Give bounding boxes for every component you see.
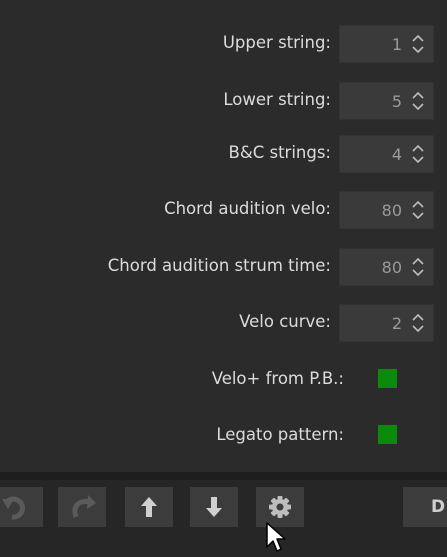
move-down-button[interactable]	[190, 487, 238, 527]
spinbox-value[interactable]: 5	[392, 83, 402, 121]
spinbox-value[interactable]: 80	[382, 192, 402, 230]
arrow-down-icon	[206, 497, 222, 517]
setting-row-legato-pattern: Legato pattern:	[0, 415, 447, 455]
spinbox-value[interactable]: 1	[392, 26, 402, 64]
setting-label: Upper string:	[222, 33, 331, 52]
settings-panel: Upper string: 1 Lower string: 5 B&C stri…	[0, 0, 447, 472]
setting-label: Lower string:	[223, 90, 331, 109]
spin-arrows-icon[interactable]	[411, 90, 425, 112]
spinbox-value[interactable]: 80	[382, 249, 402, 287]
setting-row-chord-audition-velo: Chord audition velo: 80	[0, 189, 447, 229]
velo-plus-from-pb-checkbox[interactable]	[378, 369, 397, 388]
setting-label: B&C strings:	[228, 143, 331, 162]
setting-label: Velo+ from P.B.:	[211, 369, 344, 388]
legato-pattern-checkbox[interactable]	[378, 425, 397, 444]
setting-label: Chord audition velo:	[164, 199, 331, 218]
velo-curve-spinbox[interactable]: 2	[339, 304, 434, 342]
upper-string-spinbox[interactable]: 1	[339, 25, 434, 63]
setting-row-velo-curve: Velo curve: 2	[0, 302, 447, 342]
divider	[0, 472, 447, 480]
redo-button[interactable]	[58, 487, 106, 527]
spinbox-value[interactable]: 4	[392, 136, 402, 174]
spin-arrows-icon[interactable]	[411, 312, 425, 334]
undo-button[interactable]	[0, 487, 43, 527]
move-up-button[interactable]	[125, 487, 173, 527]
spinbox-value[interactable]: 2	[392, 305, 402, 343]
setting-row-bc-strings: B&C strings: 4	[0, 133, 447, 173]
setting-label: Velo curve:	[239, 312, 331, 331]
chord-audition-velo-spinbox[interactable]: 80	[339, 191, 434, 229]
spin-arrows-icon[interactable]	[411, 33, 425, 55]
setting-row-velo-plus-from-pb: Velo+ from P.B.:	[0, 359, 447, 399]
spin-arrows-icon[interactable]	[411, 143, 425, 165]
undo-icon	[2, 496, 25, 520]
arrow-up-icon	[141, 497, 157, 517]
bc-strings-spinbox[interactable]: 4	[339, 135, 434, 173]
bottom-toolbar: D	[0, 480, 447, 557]
partial-button-label[interactable]: D	[431, 487, 445, 527]
chord-audition-strum-time-spinbox[interactable]: 80	[339, 248, 434, 286]
setting-label: Legato pattern:	[216, 425, 344, 444]
lower-string-spinbox[interactable]: 5	[339, 82, 434, 120]
setting-row-lower-string: Lower string: 5	[0, 80, 447, 120]
redo-icon	[72, 495, 96, 518]
spin-arrows-icon[interactable]	[411, 199, 425, 221]
setting-row-chord-audition-strum-time: Chord audition strum time: 80	[0, 246, 447, 286]
setting-label: Chord audition strum time:	[107, 256, 331, 275]
mouse-cursor-icon	[266, 522, 286, 552]
spin-arrows-icon[interactable]	[411, 256, 425, 278]
setting-row-upper-string: Upper string: 1	[0, 23, 447, 63]
